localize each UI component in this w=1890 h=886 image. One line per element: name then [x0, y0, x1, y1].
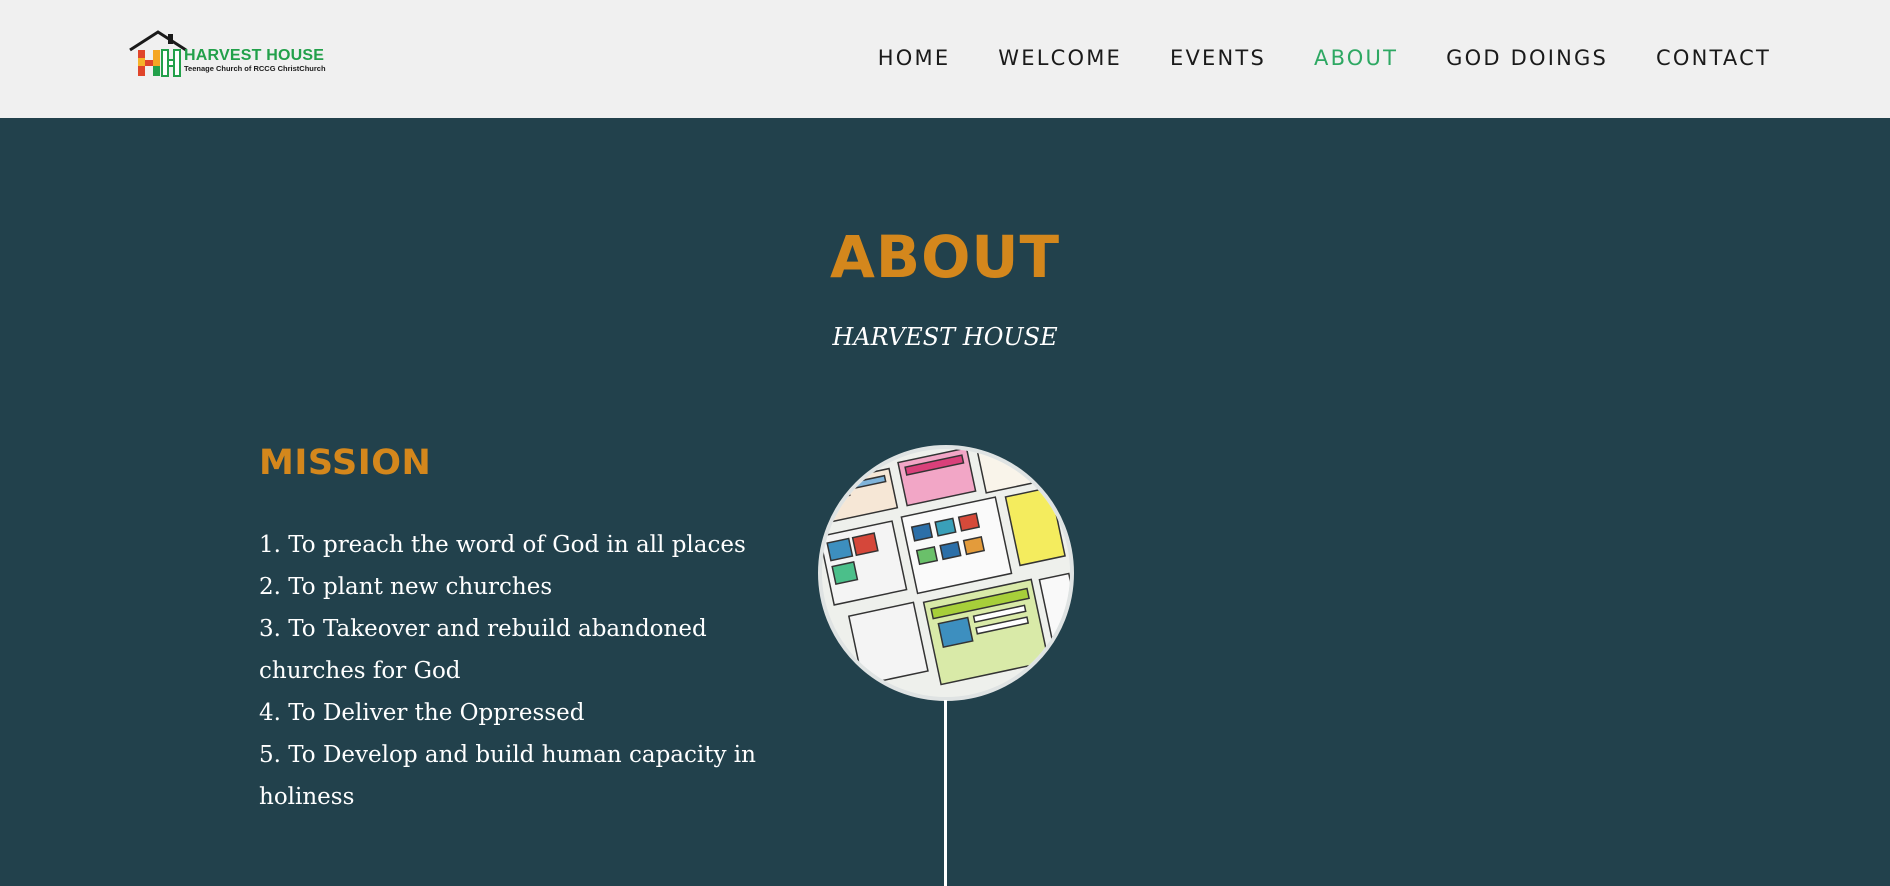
nav-god-doings[interactable]: GOD DOINGS — [1446, 44, 1608, 72]
nav-events[interactable]: EVENTS — [1170, 44, 1266, 72]
mission-item: 3. To Takeover and rebuild abandoned chu… — [259, 616, 707, 684]
page-title: ABOUT — [829, 223, 1061, 291]
main-nav: HOME WELCOME EVENTS ABOUT GOD DOINGS CON… — [830, 44, 1771, 72]
nav-contact[interactable]: CONTACT — [1656, 44, 1771, 72]
page-subtitle: HARVEST HOUSE — [832, 323, 1058, 351]
wireframe-sketch-icon — [822, 449, 1070, 697]
house-logo-icon — [129, 30, 187, 77]
timeline-line — [944, 700, 947, 886]
mission-item: 1. To preach the word of God in all plac… — [259, 532, 746, 558]
logo-name: HARVEST HOUSE — [184, 47, 325, 64]
nav-welcome[interactable]: WELCOME — [998, 44, 1122, 72]
mission-list: 1. To preach the word of God in all plac… — [259, 524, 759, 818]
harvest-house-logo[interactable]: HARVEST HOUSE Teenage Church of RCCG Chr… — [128, 28, 338, 80]
mission-section: MISSION 1. To preach the word of God in … — [259, 440, 779, 818]
site-header: HARVEST HOUSE Teenage Church of RCCG Chr… — [0, 0, 1890, 118]
nav-about[interactable]: ABOUT — [1314, 44, 1398, 72]
mission-item: 2. To plant new churches — [259, 574, 553, 600]
mission-item: 4. To Deliver the Oppressed — [259, 700, 585, 726]
logo-tagline: Teenage Church of RCCG ChristChurch — [184, 64, 326, 73]
mission-item: 5. To Develop and build human capacity i… — [259, 742, 756, 810]
mission-heading: MISSION — [259, 443, 432, 483]
wireframe-sketch-image — [818, 445, 1074, 701]
nav-home[interactable]: HOME — [878, 44, 951, 72]
logo-text: HARVEST HOUSE Teenage Church of RCCG Chr… — [184, 48, 326, 74]
